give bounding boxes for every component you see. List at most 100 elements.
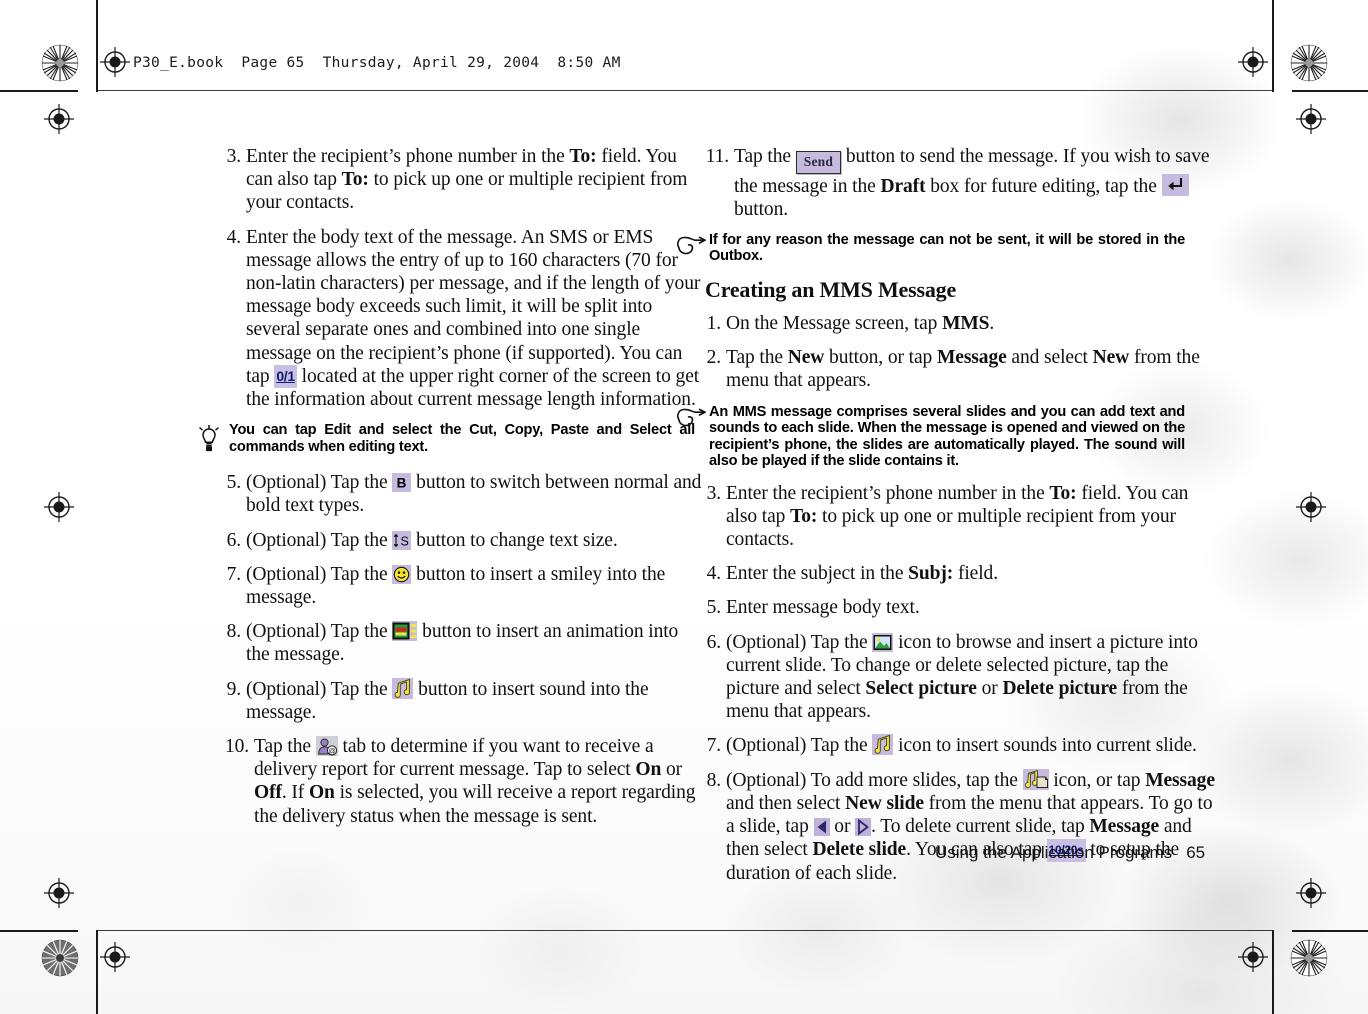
instruction-step: 10. Tap the @ tab to determine if you wan… — [225, 735, 705, 828]
emphasis-term: Message — [936, 347, 1007, 369]
step-number: 3. — [706, 482, 722, 504]
instruction-step: 7. (Optional) Tap the button to insert a … — [225, 563, 705, 609]
step-text: Tap the Send button to send the message.… — [734, 146, 1210, 220]
message-length-indicator[interactable]: 0/1 — [274, 364, 297, 389]
step-number: 4. — [706, 563, 722, 585]
left-steps-group-b: 5. (Optional) Tap the B button to switch … — [225, 471, 705, 828]
step-number: 7. — [706, 735, 722, 757]
emphasis-term: To: — [569, 146, 597, 167]
emphasis-term: To: — [341, 169, 369, 191]
text-size-button[interactable]: S — [392, 530, 412, 550]
outbox-note: If for any reason the message can not be… — [675, 232, 1185, 265]
right-steps-group-b: 3. Enter the recipient’s phone number in … — [705, 482, 1215, 886]
tip-note: You can tap Edit and select the Cut, Cop… — [195, 422, 695, 459]
left-column: 3. Enter the recipient’s phone number in … — [198, 145, 705, 839]
svg-text:B: B — [397, 476, 407, 491]
step-number: 5. — [706, 597, 722, 619]
instruction-step: 9. (Optional) Tap the button to insert so… — [225, 677, 705, 724]
step-text: Enter the body text of the message. An S… — [246, 226, 701, 411]
right-step-11: 11. Tap the Send button to send the messa… — [705, 145, 1215, 221]
new-slide-icon[interactable] — [1022, 768, 1049, 790]
step-text: (Optional) Tap the S button to change te… — [246, 529, 618, 551]
page-footer: Using the Application Programs 65 — [935, 843, 1205, 863]
step-number: 6. — [706, 631, 722, 653]
step-text: Tap the New button, or tap Message and s… — [726, 347, 1200, 392]
svg-text:@: @ — [328, 746, 336, 755]
emphasis-term: Subj: — [908, 563, 954, 585]
right-steps-group-a: 1. On the Message screen, tap MMS. 2. Tap t… — [705, 312, 1215, 393]
step-number: 8. — [226, 621, 242, 643]
lightbulb-icon — [195, 422, 229, 459]
mms-note: An MMS message comprises several slides … — [675, 404, 1185, 470]
previous-slide-arrow[interactable] — [813, 817, 830, 836]
step-number: 7. — [226, 563, 242, 585]
step-text: (Optional) Tap the B button to switch be… — [246, 472, 702, 517]
instruction-step: 6. (Optional) Tap the icon to browse and … — [705, 631, 1215, 724]
instruction-step: 5. Enter message body text. — [705, 596, 1215, 619]
emphasis-term: New — [787, 347, 825, 369]
step-number: 9. — [226, 678, 242, 700]
mms-note-text: An MMS message comprises several slides … — [709, 403, 1185, 470]
step-text: (Optional) Tap the button to insert soun… — [246, 677, 649, 723]
instruction-step: 11. Tap the Send button to send the messa… — [705, 145, 1215, 221]
emphasis-term: MMS — [942, 312, 990, 334]
pointing-hand-icon — [675, 404, 709, 435]
emphasis-term: Delete slide — [812, 839, 907, 861]
instruction-step: 8. (Optional) Tap the button to insert an… — [225, 620, 705, 666]
step-number: 5. — [226, 472, 242, 494]
save-draft-button[interactable] — [1161, 173, 1189, 196]
right-column: 11. Tap the Send button to send the messa… — [677, 145, 1215, 897]
tip-note-text: You can tap Edit and select the Cut, Cop… — [229, 422, 695, 455]
emphasis-term: On — [635, 759, 662, 781]
step-number: 1. — [706, 312, 722, 334]
insert-sound-icon[interactable] — [872, 734, 894, 756]
step-text: Enter the recipient’s phone number in th… — [726, 482, 1189, 550]
step-number: 11. — [705, 146, 729, 167]
smiley-button[interactable] — [392, 564, 412, 584]
instruction-step: 4. Enter the subject in the Subj: field. — [705, 562, 1215, 585]
svg-text:S: S — [401, 534, 409, 548]
step-text: (Optional) Tap the icon to browse and in… — [726, 631, 1198, 723]
step-number: 8. — [706, 769, 722, 791]
bold-text-button[interactable]: B — [392, 473, 412, 493]
emphasis-term: Select picture — [865, 677, 977, 699]
step-text: Enter the recipient’s phone number in th… — [246, 146, 688, 214]
emphasis-term: On — [308, 782, 335, 804]
emphasis-term: Message — [1145, 769, 1215, 791]
delivery-report-tab[interactable]: @ — [315, 736, 338, 757]
emphasis-term: New slide — [845, 792, 924, 814]
instruction-step: 5. (Optional) Tap the B button to switch … — [225, 471, 705, 517]
emphasis-term: New — [1092, 347, 1130, 369]
step-text: (Optional) To add more slides, tap the i… — [726, 768, 1215, 885]
instruction-step: 8. (Optional) To add more slides, tap the… — [705, 768, 1215, 886]
step-number: 6. — [226, 529, 242, 551]
emphasis-term: To: — [790, 505, 818, 527]
step-text: Enter the subject in the Subj: field. — [726, 563, 998, 585]
footer-page-number: 65 — [1186, 843, 1206, 862]
next-slide-arrow[interactable] — [855, 817, 872, 836]
step-number: 3. — [226, 146, 242, 167]
step-number: 4. — [226, 226, 242, 248]
outbox-note-text: If for any reason the message can not be… — [709, 231, 1185, 265]
insert-sound-button[interactable] — [392, 677, 414, 699]
instruction-step: 3. Enter the recipient’s phone number in … — [705, 482, 1215, 552]
step-text: Tap the @ tab to determine if you want t… — [254, 736, 696, 827]
animation-button[interactable] — [392, 621, 418, 642]
emphasis-term: To: — [1049, 482, 1077, 504]
step-text: (Optional) Tap the button to insert an a… — [246, 621, 679, 666]
instruction-step: 1. On the Message screen, tap MMS. — [705, 312, 1215, 335]
footer-title: Using the Application Programs — [935, 843, 1173, 862]
step-text: (Optional) Tap the button to insert a sm… — [246, 563, 666, 609]
step-number: 2. — [706, 347, 722, 369]
emphasis-term: Message — [1089, 815, 1160, 837]
step-text: Enter message body text. — [726, 597, 920, 619]
pointing-hand-icon — [675, 232, 709, 263]
step-text: On the Message screen, tap MMS. — [726, 312, 995, 334]
send-button[interactable]: Send — [795, 151, 842, 174]
step-number: 10. — [225, 736, 250, 758]
left-steps-group-a: 3. Enter the recipient’s phone number in … — [225, 145, 705, 411]
insert-picture-icon[interactable] — [872, 632, 894, 652]
emphasis-term: Off — [254, 782, 282, 804]
instruction-step: 6. (Optional) Tap the S button to change … — [225, 529, 705, 552]
emphasis-term: Delete picture — [1002, 677, 1118, 699]
